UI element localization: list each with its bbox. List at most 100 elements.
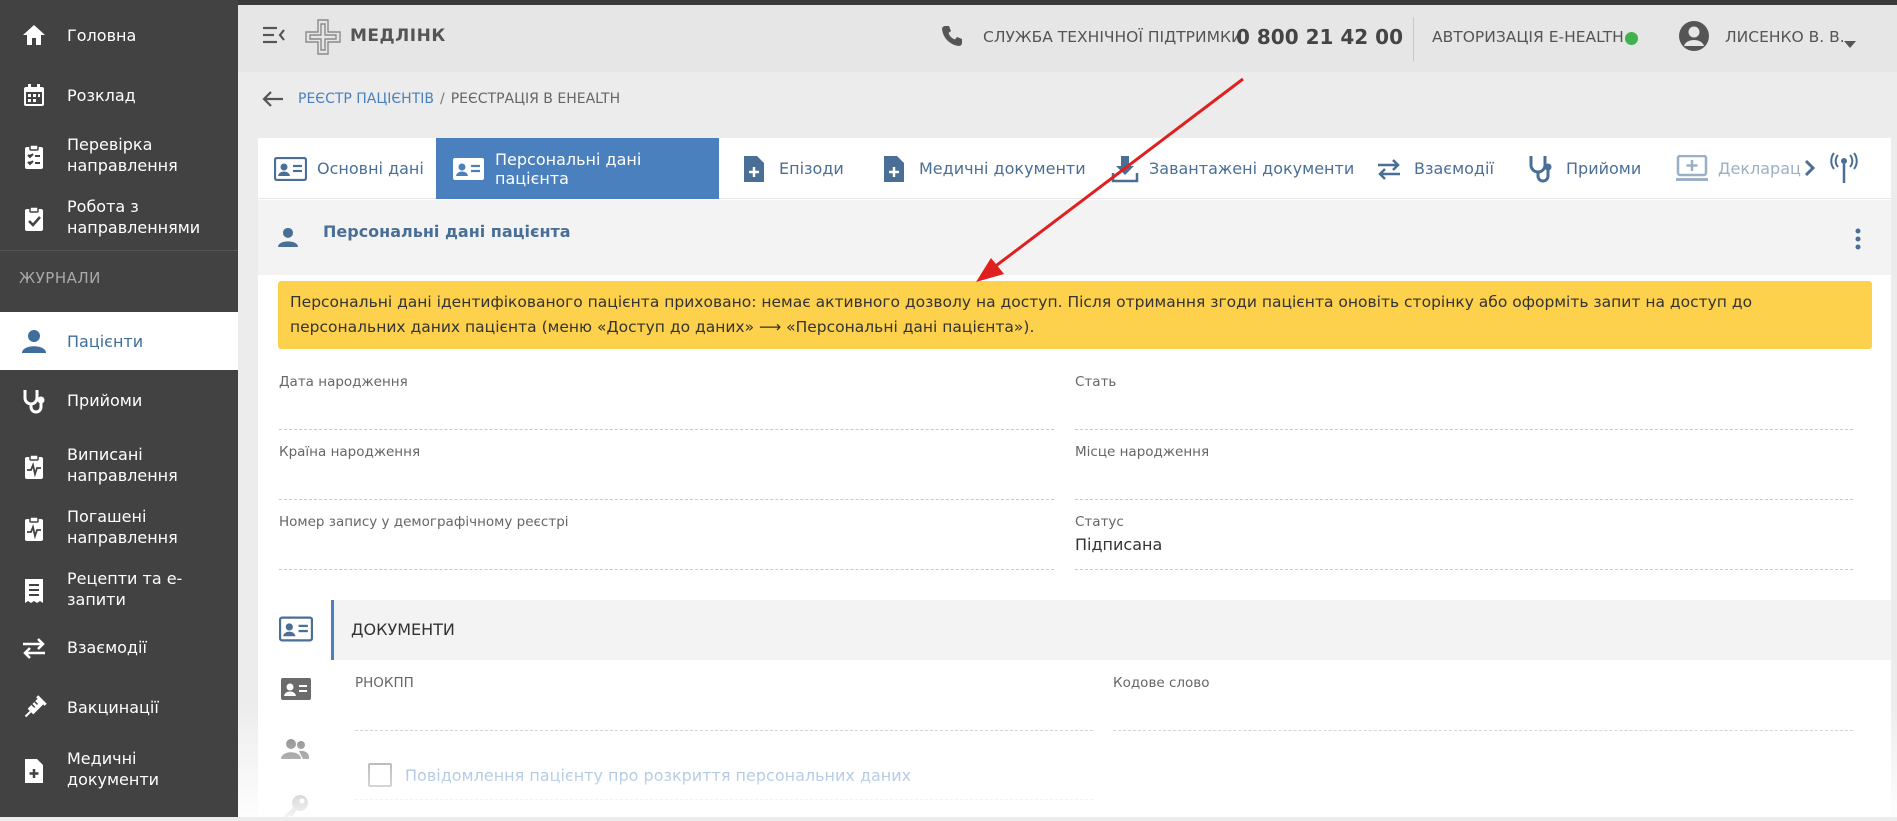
sidebar-item-referrals-work[interactable]: Робота з направленнями (0, 193, 238, 243)
documents-section-header: ДОКУМЕНТИ (331, 600, 1891, 660)
chevron-down-icon[interactable] (1843, 34, 1857, 53)
tab-interactions[interactable]: Взаємодії (1376, 138, 1494, 199)
section-title: Персональні дані пацієнта (323, 222, 571, 241)
sidebar: Головна Розклад Перевірка направлення Ро… (0, 0, 238, 817)
code-word-field[interactable] (1113, 730, 1853, 731)
notify-patient-checkbox[interactable] (368, 763, 392, 787)
tab-label: Взаємодії (1414, 159, 1494, 178)
clipboard-check-icon (20, 205, 48, 233)
more-options-icon[interactable] (1855, 228, 1861, 254)
tabs-scroll-right-icon[interactable] (1802, 159, 1816, 181)
sidebar-item-label: Розклад (67, 86, 136, 105)
breadcrumb-current: РЕЄСТРАЦІЯ В EHEALTH (450, 91, 621, 107)
calendar-icon (20, 81, 48, 109)
sidebar-item-label: Виписані направлення (67, 445, 178, 485)
breadcrumb-separator: / (439, 91, 445, 107)
ehealth-status-dot (1625, 32, 1638, 45)
access-warning-banner: Персональні дані ідентифікованого пацієн… (278, 281, 1872, 349)
sidebar-item-label: Головна (67, 26, 137, 45)
sidebar-item-label: Пацієнти (67, 332, 144, 351)
demographic-record-field (279, 569, 1054, 570)
sidebar-item-medical-docs[interactable]: Медичні документи (0, 745, 238, 795)
person-icon (278, 227, 298, 251)
download-icon (1111, 155, 1149, 183)
sidebar-item-label: Медичні документи (67, 749, 160, 789)
tab-label: Персональні дані пацієнта (495, 149, 642, 188)
tab-main-data[interactable]: Основні дані (274, 138, 424, 199)
breadcrumb-link-patient-registry[interactable]: РЕЄСТР ПАЦІЄНТІВ (298, 91, 434, 107)
birth-country-label: Країна народження (279, 444, 421, 460)
medical-file-icon (743, 155, 779, 183)
status-value: Підписана (1075, 535, 1163, 554)
sidebar-item-redeemed-referrals[interactable]: Погашені направлення (0, 503, 238, 553)
topbar-divider (1413, 17, 1414, 61)
birth-date-label: Дата народження (279, 374, 408, 390)
people-icon[interactable] (280, 738, 310, 764)
user-name[interactable]: ЛИСЕНКО В. В. (1725, 28, 1845, 46)
birth-place-label: Місце народження (1075, 444, 1210, 460)
birth-country-field (279, 499, 1054, 500)
clipboard-pulse-icon (20, 453, 48, 481)
rnokpp-field[interactable] (355, 730, 1093, 731)
tab-uploaded-documents[interactable]: Завантажені документи (1111, 138, 1354, 199)
sidebar-item-label: Робота з направленнями (67, 197, 201, 237)
clipboard-check-icon (20, 143, 48, 171)
sidebar-item-vaccinations[interactable]: Вакцинації (0, 687, 238, 729)
ehealth-auth-label[interactable]: АВТОРИЗАЦІЯ E-HEALTH (1432, 28, 1624, 46)
sidebar-item-label: Взаємодії (67, 638, 147, 657)
medical-file-icon (883, 155, 919, 183)
tab-label: Епізоди (779, 159, 844, 178)
sidebar-item-patients[interactable]: Пацієнти (0, 312, 238, 370)
rnokpp-label: РНОКПП (355, 675, 414, 691)
tab-label: Основні дані (317, 159, 424, 178)
broadcast-icon[interactable] (1829, 152, 1859, 188)
tab-label: Прийоми (1566, 159, 1642, 178)
sidebar-item-referral-check[interactable]: Перевірка направлення (0, 131, 238, 181)
sidebar-item-label: Перевірка направлення (67, 135, 178, 175)
main-panel: Основні дані Персональні дані пацієнта Е… (258, 138, 1891, 817)
sidebar-item-home[interactable]: Головна (0, 14, 238, 56)
sidebar-item-label: Прийоми (67, 391, 143, 410)
section-header: Персональні дані пацієнта (258, 200, 1891, 275)
menu-collapse-icon[interactable] (262, 25, 286, 49)
stethoscope-icon (1528, 154, 1566, 184)
tab-declarations[interactable]: Декларації (1676, 138, 1810, 199)
notify-patient-checkbox-label[interactable]: Повідомлення пацієнту про розкриття перс… (405, 766, 911, 785)
support-phone[interactable]: 0 800 21 42 00 (1236, 25, 1403, 49)
sidebar-item-label: Рецепти та е-запити (67, 569, 183, 609)
medlink-logo-icon (304, 18, 342, 60)
home-icon (20, 21, 48, 49)
contact-card-icon[interactable] (280, 677, 312, 705)
section-title-journals: ЖУРНАЛИ (19, 269, 101, 287)
clipboard-pulse-icon (20, 515, 48, 543)
birth-date-field (279, 429, 1054, 430)
tab-label: Завантажені документи (1149, 159, 1355, 178)
back-arrow-icon[interactable] (262, 90, 284, 108)
demographic-record-label: Номер запису у демографічному реєстрі (279, 514, 569, 530)
person-icon (20, 327, 48, 355)
id-card-icon (452, 157, 495, 181)
swap-icon (20, 634, 48, 662)
sidebar-item-schedule[interactable]: Розклад (0, 74, 238, 116)
tab-episodes[interactable]: Епізоди (743, 138, 844, 199)
support-label: СЛУЖБА ТЕХНІЧНОЇ ПІДТРИМКИ (983, 28, 1243, 46)
sidebar-item-appointments[interactable]: Прийоми (0, 380, 238, 422)
gender-field (1075, 429, 1853, 430)
sidebar-item-prescriptions[interactable]: Рецепти та е-запити (0, 565, 238, 615)
notify-divider (355, 799, 1093, 800)
topbar: МЕДЛІНК СЛУЖБА ТЕХНІЧНОЇ ПІДТРИМКИ 0 800… (238, 0, 1897, 72)
gender-label: Стать (1075, 374, 1117, 390)
tab-appointments[interactable]: Прийоми (1528, 138, 1641, 199)
id-card-icon[interactable] (278, 616, 314, 646)
status-field (1075, 569, 1853, 570)
sidebar-item-issued-referrals[interactable]: Виписані направлення (0, 441, 238, 491)
tab-label: Декларації (1718, 159, 1810, 178)
breadcrumb: РЕЄСТР ПАЦІЄНТІВ / РЕЄСТРАЦІЯ В EHEALTH (262, 88, 620, 110)
user-avatar-icon[interactable] (1678, 20, 1710, 56)
brand-name: МЕДЛІНК (350, 26, 446, 46)
sidebar-item-interactions[interactable]: Взаємодії (0, 627, 238, 669)
tab-medical-documents[interactable]: Медичні документи (883, 138, 1086, 199)
tab-personal-data[interactable]: Персональні дані пацієнта (436, 138, 719, 199)
medical-doc-icon (20, 757, 48, 785)
sidebar-item-label: Вакцинації (67, 698, 159, 717)
